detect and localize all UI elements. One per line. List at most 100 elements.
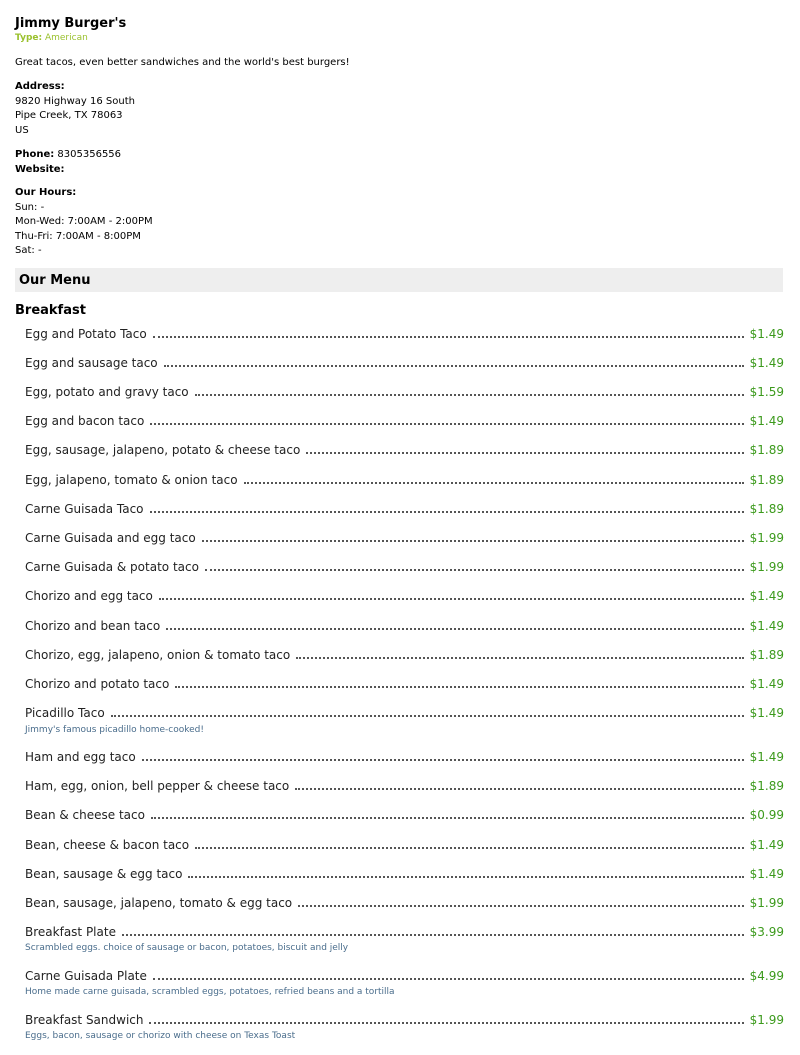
menu-item-name: Ham, egg, onion, bell pepper & cheese ta… [25,779,290,793]
dot-leader [243,482,744,484]
menu-item[interactable]: Ham and egg taco $1.49 [25,748,784,764]
hours-row: Mon-Wed: 7:00AM - 2:00PM [15,216,153,227]
dot-leader [152,978,744,980]
menu-item-name: Bean, sausage & egg taco [25,867,183,881]
dot-leader [149,511,744,513]
menu-item-name: Chorizo and bean taco [25,619,161,633]
menu-item[interactable]: Egg and sausage taco $1.49 [25,354,784,370]
dot-leader [150,423,744,425]
menu-item-name: Carne Guisada and egg taco [25,531,196,545]
menu-item-price: $1.49 [749,414,784,428]
hours-row: Thu-Fri: 7:00AM - 8:00PM [15,230,141,242]
menu-item[interactable]: Bean, sausage & egg taco $1.49 [25,865,784,881]
menu-item[interactable]: Egg and Potato Taco $1.49 [25,325,784,341]
hours-block: Our Hours: Sun: - Mon-Wed: 7:00AM - 2:00… [15,186,153,259]
menu-item-name: Picadillo Taco [25,706,105,720]
restaurant-description: Great tacos, even better sandwiches and … [15,57,350,68]
menu-item-price: $1.99 [749,560,784,574]
menu-item[interactable]: Bean & cheese taco $0.99 [25,806,784,822]
menu-item[interactable]: Carne Guisada Taco $1.89 [25,500,784,516]
menu-item-price: $1.59 [749,385,784,399]
menu-item-name: Bean, sausage, jalapeno, tomato & egg ta… [25,896,293,910]
menu-item[interactable]: Bean, sausage, jalapeno, tomato & egg ta… [25,894,784,910]
menu-title: Our Menu [19,273,91,288]
type-value: American [44,33,88,43]
menu-item-price: $1.89 [749,779,784,793]
type-label: Type: [15,33,43,43]
menu-item-name: Egg, sausage, jalapeno, potato & cheese … [25,443,301,457]
website-label: Website: [15,163,65,175]
menu-category-title: Breakfast [15,303,86,318]
menu-item[interactable]: Bean, cheese & bacon taco $1.49 [25,836,784,852]
menu-item-price: $1.89 [749,443,784,457]
menu-item-price: $1.49 [749,838,784,852]
menu-item-name: Egg and sausage taco [25,356,158,370]
restaurant-type: Type: American [15,33,88,43]
menu-item[interactable]: Chorizo and bean taco $1.49 [25,617,784,633]
dot-leader [150,817,744,819]
menu-item[interactable]: Carne Guisada Plate $4.99 [25,967,784,983]
menu-item-name: Bean, cheese & bacon taco [25,838,190,852]
dot-leader [141,759,744,761]
menu-header-bar: Our Menu [15,268,783,292]
menu-item-price: $1.49 [749,589,784,603]
address-line: US [15,124,29,136]
menu-item-price: $4.99 [749,969,784,983]
menu-item-price: $1.89 [749,502,784,516]
menu-item[interactable]: Breakfast Sandwich $1.99 [25,1011,784,1027]
menu-item[interactable]: Breakfast Plate $3.99 [25,923,784,939]
menu-item-price: $1.49 [749,356,784,370]
menu-item[interactable]: Chorizo and egg taco $1.49 [25,587,784,603]
menu-item-name: Egg and bacon taco [25,414,145,428]
menu-item[interactable]: Egg, potato and gravy taco $1.59 [25,383,784,399]
address-line: Pipe Creek, TX 78063 [15,110,123,121]
menu-item[interactable]: Chorizo and potato taco $1.49 [25,675,784,691]
menu-item-price: $1.89 [749,648,784,662]
menu-item[interactable]: Carne Guisada and egg taco $1.99 [25,529,784,545]
dot-leader [152,336,744,338]
address-line: 9820 Highway 16 South [15,95,135,107]
menu-item-name: Egg, jalapeno, tomato & onion taco [25,473,238,487]
dot-leader [306,452,744,454]
menu-item-description: Eggs, bacon, sausage or chorizo with che… [25,1031,296,1041]
menu-item-name: Egg, potato and gravy taco [25,385,189,399]
menu-item-price: $1.49 [749,677,784,691]
phone-label: Phone: [15,149,55,160]
menu-item-price: $1.49 [749,867,784,881]
menu-item[interactable]: Ham, egg, onion, bell pepper & cheese ta… [25,777,784,793]
menu-item[interactable]: Chorizo, egg, jalapeno, onion & tomato t… [25,646,784,662]
contact-block: Phone: 8305356556 Website: [15,148,121,177]
menu-item[interactable]: Egg, jalapeno, tomato & onion taco $1.89 [25,471,784,487]
menu-item-name: Breakfast Plate [25,925,116,939]
menu-item-name: Carne Guisada Taco [25,502,144,516]
menu-item-price: $1.49 [749,619,784,633]
menu-item-price: $1.99 [749,531,784,545]
dot-leader [201,540,744,542]
dot-leader [295,788,744,790]
menu-item[interactable]: Carne Guisada & potato taco $1.99 [25,558,784,574]
menu-item-name: Chorizo, egg, jalapeno, onion & tomato t… [25,648,291,662]
menu-item-description: Scrambled eggs. choice of sausage or bac… [25,943,349,953]
menu-item[interactable]: Egg, sausage, jalapeno, potato & cheese … [25,441,784,457]
menu-item-name: Ham and egg taco [25,750,136,764]
dot-leader [298,905,744,907]
menu-item[interactable]: Egg and bacon taco $1.49 [25,412,784,428]
phone-row: Phone: 8305356556 [15,148,121,163]
hours-row: Sun: - [15,201,45,213]
dot-leader [175,686,744,688]
menu-item-name: Bean & cheese taco [25,808,145,822]
menu-item[interactable]: Picadillo Taco $1.49 [25,704,784,720]
menu-item-name: Egg and Potato Taco [25,327,147,341]
dot-leader [110,715,744,717]
menu-item-price: $1.99 [749,896,784,910]
dot-leader [158,598,744,600]
phone-value[interactable]: 8305356556 [57,149,121,160]
menu-item-description: Home made carne guisada, scrambled eggs,… [25,987,395,997]
dot-leader [195,847,744,849]
restaurant-name: Jimmy Burger's [15,16,127,31]
menu-item-name: Carne Guisada & potato taco [25,560,199,574]
menu-item-description: Jimmy's famous picadillo home-cooked! [25,725,204,735]
menu-item-name: Chorizo and potato taco [25,677,170,691]
menu-item-price: $3.99 [749,925,784,939]
menu-item-price: $1.49 [749,750,784,764]
